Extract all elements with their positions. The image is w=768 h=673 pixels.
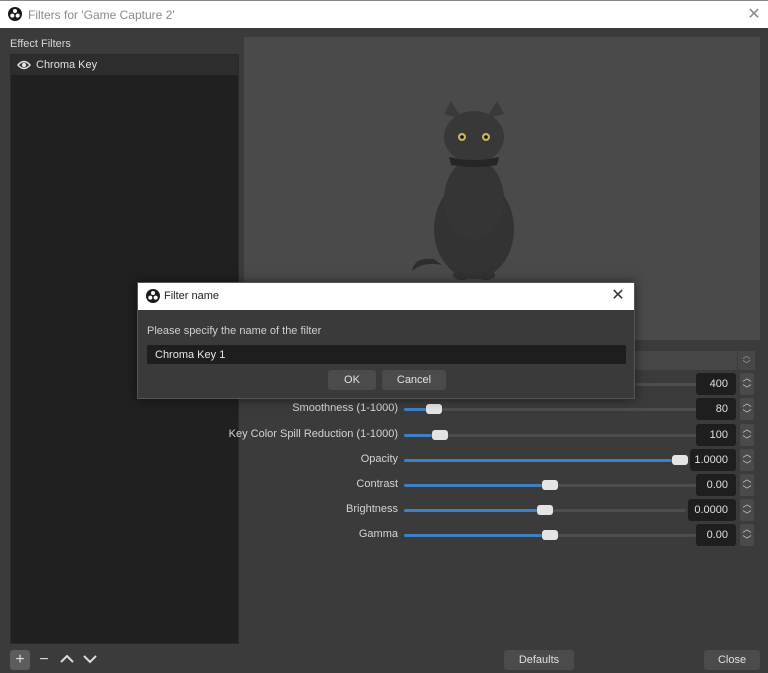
window-close-button[interactable]: ✕ (740, 1, 768, 28)
spin-up-icon[interactable]: ︿ (740, 424, 754, 435)
filter-name-input[interactable] (147, 345, 626, 364)
slider-fill (404, 509, 537, 512)
slider-handle[interactable] (672, 455, 688, 465)
move-down-button[interactable] (80, 650, 100, 670)
property-row: Contrast 0.00 ︿ ﹀ (244, 474, 764, 496)
combo-spin-icon[interactable]: ︿ ﹀ (738, 351, 755, 370)
property-slider[interactable] (404, 404, 698, 414)
spin-buttons[interactable]: ︿ ﹀ (740, 474, 754, 496)
dialog-titlebar: Filter name ✕ (138, 283, 634, 310)
property-label: Contrast (356, 478, 398, 490)
slider-handle[interactable] (542, 530, 558, 540)
slider-fill (404, 534, 542, 537)
spin-up-icon[interactable]: ︿ (740, 373, 754, 384)
property-row: Opacity 1.0000 ︿ ﹀ (244, 449, 764, 471)
slider-handle[interactable] (432, 430, 448, 440)
dialog-close-button[interactable]: ✕ (608, 285, 628, 307)
key-color-type-select[interactable] (625, 351, 737, 370)
spin-down-icon[interactable]: ﹀ (740, 409, 754, 420)
property-value-input[interactable]: 400 (696, 373, 736, 395)
property-row: Smoothness (1-1000) 80 ︿ ﹀ (244, 398, 764, 420)
property-label: Gamma (358, 528, 398, 540)
property-slider[interactable] (404, 455, 688, 465)
spin-buttons[interactable]: ︿ ﹀ (740, 424, 754, 446)
slider-handle[interactable] (537, 505, 553, 515)
spin-down-icon[interactable]: ﹀ (740, 510, 754, 521)
property-row: Brightness 0.0000 ︿ ﹀ (244, 499, 764, 521)
spin-down-icon[interactable]: ﹀ (740, 460, 754, 471)
spin-buttons[interactable]: ︿ ﹀ (740, 524, 754, 546)
ok-button[interactable]: OK (328, 370, 376, 390)
window-title: Filters for 'Game Capture 2' (28, 8, 175, 22)
property-slider[interactable] (404, 430, 698, 440)
slider-fill (404, 484, 542, 487)
property-label: Opacity (360, 453, 398, 465)
obs-logo-icon (146, 289, 160, 303)
property-value-input[interactable]: 0.0000 (688, 499, 736, 521)
filter-name-dialog: Filter name ✕ Please specify the name of… (137, 282, 635, 399)
filters-window: Filters for 'Game Capture 2' ✕ Effect Fi… (0, 0, 768, 673)
eye-icon[interactable] (17, 60, 31, 70)
close-button[interactable]: Close (704, 650, 760, 670)
chevron-up-icon (60, 654, 74, 663)
chevron-down-icon (83, 655, 97, 664)
cancel-button[interactable]: Cancel (382, 370, 446, 390)
dialog-title: Filter name (164, 290, 220, 302)
obs-logo-icon (8, 7, 22, 21)
spin-down-icon[interactable]: ﹀ (740, 384, 754, 395)
spin-buttons[interactable]: ︿ ﹀ (740, 398, 754, 420)
filter-label: Chroma Key (36, 59, 98, 71)
property-slider[interactable] (404, 505, 686, 515)
property-value-input[interactable]: 1.0000 (690, 449, 736, 471)
filter-list-item[interactable]: Chroma Key (11, 55, 238, 75)
cat-image (412, 101, 514, 280)
move-up-button[interactable] (57, 650, 77, 670)
spin-down-icon[interactable]: ﹀ (740, 435, 754, 446)
spin-buttons[interactable]: ︿ ﹀ (740, 373, 754, 395)
property-value-input[interactable]: 100 (696, 424, 736, 446)
property-value-input[interactable]: 80 (696, 398, 736, 420)
add-filter-button[interactable]: + (10, 650, 30, 670)
property-label: Brightness (346, 503, 398, 515)
slider-fill (404, 408, 426, 411)
property-value-input[interactable]: 0.00 (696, 474, 736, 496)
property-row: Gamma 0.00 ︿ ﹀ (244, 524, 764, 546)
spin-down-icon[interactable]: ﹀ (740, 485, 754, 496)
property-label: Smoothness (1-1000) (292, 402, 398, 414)
spin-down-icon[interactable]: ﹀ (740, 535, 754, 546)
slider-handle[interactable] (426, 404, 442, 414)
property-row: Key Color Spill Reduction (1-1000) 100 ︿ ﹀ (229, 424, 764, 446)
remove-filter-button[interactable]: − (34, 650, 54, 670)
slider-handle[interactable] (542, 480, 558, 490)
spin-up-icon[interactable]: ︿ (740, 524, 754, 535)
defaults-button[interactable]: Defaults (504, 650, 574, 670)
slider-fill (404, 434, 432, 437)
spin-up-icon[interactable]: ︿ (740, 449, 754, 460)
property-label: Key Color Spill Reduction (1-1000) (228, 428, 398, 440)
spin-buttons[interactable]: ︿ ﹀ (740, 449, 754, 471)
spin-buttons[interactable]: ︿ ﹀ (740, 499, 754, 521)
window-titlebar: Filters for 'Game Capture 2' ✕ (0, 0, 768, 28)
effect-filters-heading: Effect Filters (10, 38, 71, 50)
property-slider[interactable] (404, 530, 696, 540)
spin-up-icon[interactable]: ︿ (740, 499, 754, 510)
property-slider[interactable] (404, 480, 696, 490)
spin-up-icon[interactable]: ︿ (740, 474, 754, 485)
slider-fill (404, 459, 672, 462)
spin-up-icon[interactable]: ︿ (740, 398, 754, 409)
dialog-prompt: Please specify the name of the filter (147, 325, 322, 337)
property-value-input[interactable]: 0.00 (696, 524, 736, 546)
